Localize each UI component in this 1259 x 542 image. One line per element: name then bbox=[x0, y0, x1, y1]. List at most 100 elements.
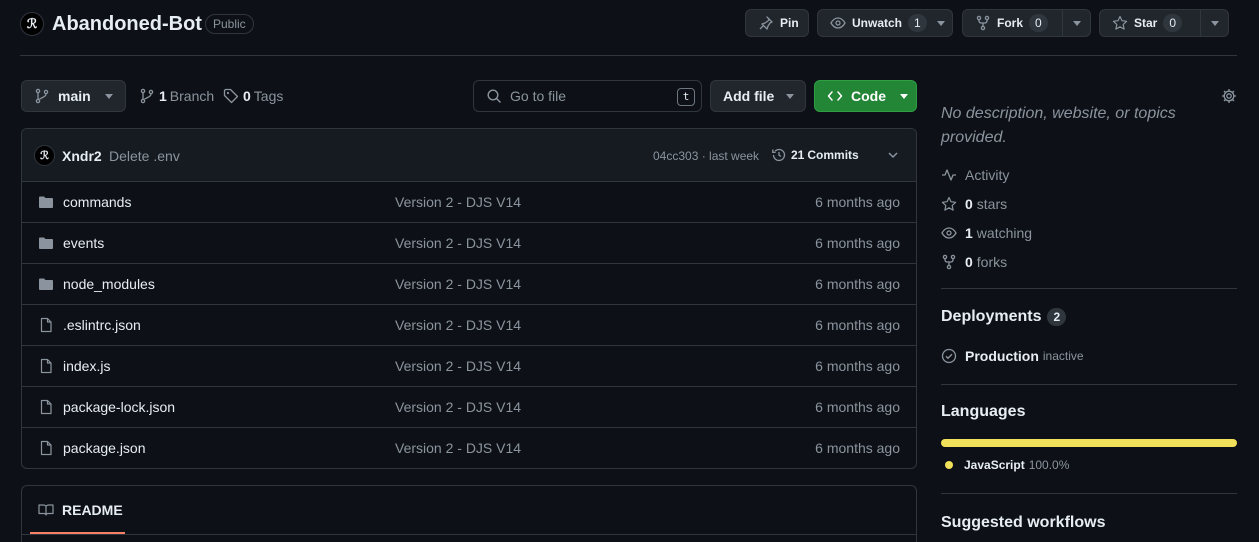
code-icon bbox=[827, 88, 843, 104]
star-icon bbox=[1112, 15, 1128, 31]
fork-label: Fork bbox=[997, 16, 1024, 30]
file-commit-message[interactable]: Version 2 - DJS V14 bbox=[395, 358, 521, 374]
language-bar bbox=[941, 439, 1237, 447]
readme-label: README bbox=[62, 502, 123, 518]
repo-avatar[interactable]: ℛ bbox=[20, 12, 44, 36]
deployment-status: inactive bbox=[1042, 349, 1084, 363]
file-row[interactable]: events Version 2 - DJS V14 6 months ago bbox=[22, 222, 916, 263]
file-row[interactable]: node_modules Version 2 - DJS V14 6 months … bbox=[22, 263, 916, 304]
watching-link[interactable]: 1 watching bbox=[941, 225, 1032, 241]
forks-count: 0 bbox=[965, 254, 973, 270]
file-commit-message[interactable]: Version 2 - DJS V14 bbox=[395, 440, 521, 456]
fork-button[interactable]: Fork 0 bbox=[962, 9, 1091, 37]
file-name[interactable]: package.json bbox=[63, 440, 146, 456]
folder-icon bbox=[38, 276, 54, 292]
chevron-down-icon bbox=[1072, 20, 1081, 26]
languages-heading: Languages bbox=[941, 403, 1026, 420]
file-row[interactable]: .eslintrc.json Version 2 - DJS V14 6 month… bbox=[22, 304, 916, 345]
sidebar-divider bbox=[941, 288, 1237, 289]
file-icon bbox=[38, 358, 54, 374]
commit-avatar[interactable]: ℛ bbox=[34, 145, 55, 166]
file-name[interactable]: .eslintrc.json bbox=[63, 317, 141, 333]
file-name[interactable]: index.js bbox=[63, 358, 110, 374]
commit-message[interactable]: Delete .env bbox=[109, 148, 180, 164]
chevron-down-icon bbox=[786, 93, 795, 99]
chevron-down-icon bbox=[1210, 20, 1219, 26]
file-name[interactable]: node_modules bbox=[63, 276, 155, 292]
deployments-counter: 2 bbox=[1047, 308, 1067, 326]
settings-gear-icon[interactable] bbox=[1221, 88, 1237, 104]
go-to-file-input[interactable]: Go to file t bbox=[473, 80, 702, 112]
file-commit-message[interactable]: Version 2 - DJS V14 bbox=[395, 194, 521, 210]
file-row[interactable]: commands Version 2 - DJS V14 6 months ago bbox=[22, 181, 916, 222]
file-commit-message[interactable]: Version 2 - DJS V14 bbox=[395, 276, 521, 292]
commits-count: 21 bbox=[791, 148, 805, 162]
watching-count: 1 bbox=[965, 225, 973, 241]
file-name[interactable]: events bbox=[63, 235, 104, 251]
file-row[interactable]: package.json Version 2 - DJS V14 6 months … bbox=[22, 427, 916, 468]
readme-tab[interactable]: README bbox=[38, 502, 123, 518]
language-name: JavaScript bbox=[964, 458, 1025, 472]
tags-link[interactable]: 0 Tags bbox=[223, 88, 283, 104]
star-icon bbox=[941, 196, 965, 212]
unwatch-button[interactable]: Unwatch 1 bbox=[817, 9, 953, 37]
sidebar-divider bbox=[941, 493, 1237, 494]
pin-button[interactable]: Pin bbox=[745, 9, 809, 37]
file-commit-message[interactable]: Version 2 - DJS V14 bbox=[395, 317, 521, 333]
file-row[interactable]: index.js Version 2 - DJS V14 6 months ago bbox=[22, 345, 916, 386]
commits-label: Commits bbox=[807, 148, 859, 162]
pulse-icon bbox=[941, 167, 965, 183]
add-file-button[interactable]: Add file bbox=[710, 80, 806, 112]
keyboard-shortcut-hint: t bbox=[677, 88, 695, 106]
folder-icon bbox=[38, 235, 54, 251]
stars-link[interactable]: 0 stars bbox=[941, 196, 1007, 212]
watching-label: watching bbox=[976, 225, 1033, 241]
forks-link[interactable]: 0 forks bbox=[941, 254, 1007, 270]
commit-meta[interactable]: 04cc303 · last week bbox=[653, 149, 759, 163]
file-icon bbox=[38, 317, 54, 333]
tag-icon bbox=[223, 88, 239, 104]
fork-dropdown[interactable] bbox=[1062, 10, 1090, 36]
deployment-production[interactable]: Production inactive bbox=[941, 348, 1084, 364]
code-button[interactable]: Code bbox=[814, 80, 917, 112]
file-commit-time: 6 months ago bbox=[815, 358, 900, 374]
unwatch-label: Unwatch bbox=[852, 16, 903, 30]
branch-select[interactable]: main bbox=[21, 80, 126, 112]
file-commit-message[interactable]: Version 2 - DJS V14 bbox=[395, 235, 521, 251]
stars-count: 0 bbox=[965, 196, 973, 212]
star-button[interactable]: Star 0 bbox=[1099, 9, 1229, 37]
star-label: Star bbox=[1134, 16, 1158, 30]
file-name[interactable]: package-lock.json bbox=[63, 399, 175, 415]
watch-counter: 1 bbox=[908, 14, 927, 32]
language-bar-javascript bbox=[941, 439, 1237, 447]
activity-label: Activity bbox=[965, 167, 1010, 183]
file-name[interactable]: commands bbox=[63, 194, 131, 210]
commits-link[interactable]: 21 Commits bbox=[771, 147, 859, 163]
activity-link[interactable]: Activity bbox=[941, 167, 1009, 183]
file-row[interactable]: package-lock.json Version 2 - DJS V14 6 mo… bbox=[22, 386, 916, 427]
visibility-badge: Public bbox=[205, 14, 254, 34]
repo-name[interactable]: Abandoned-Bot bbox=[52, 13, 202, 36]
branch-name: main bbox=[58, 88, 91, 104]
folder-icon bbox=[38, 194, 54, 210]
search-icon bbox=[486, 88, 502, 104]
code-label: Code bbox=[851, 88, 886, 104]
stars-label: stars bbox=[976, 196, 1008, 212]
eye-icon bbox=[941, 225, 965, 241]
star-dropdown[interactable] bbox=[1200, 10, 1228, 36]
eye-icon bbox=[830, 15, 846, 31]
commit-author[interactable]: Xndr2 bbox=[62, 148, 102, 164]
book-icon bbox=[38, 502, 54, 518]
language-javascript[interactable]: JavaScript 100.0% bbox=[945, 458, 1069, 472]
deployments-heading[interactable]: Deployments 2 bbox=[941, 308, 1067, 326]
header-divider bbox=[20, 55, 1237, 56]
file-commit-message[interactable]: Version 2 - DJS V14 bbox=[395, 399, 521, 415]
check-circle-icon bbox=[941, 348, 965, 364]
suggested-workflows-heading: Suggested workflows bbox=[941, 514, 1106, 531]
branches-link[interactable]: 1 Branch bbox=[139, 88, 214, 104]
expand-commit-icon[interactable] bbox=[886, 148, 900, 162]
chevron-down-icon bbox=[900, 93, 908, 99]
readme-divider bbox=[22, 534, 916, 535]
about-description: No description, website, or topics provi… bbox=[941, 105, 1176, 146]
branch-count: 1 bbox=[159, 88, 167, 104]
